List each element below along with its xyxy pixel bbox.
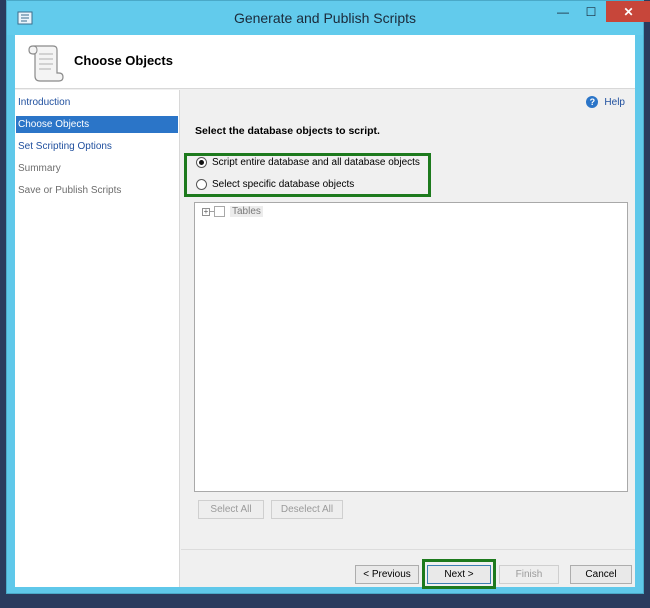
next-button[interactable]: Next > [427,565,491,584]
help-icon: ? [586,96,599,108]
radio-button-unchecked[interactable] [196,179,207,190]
finish-button[interactable]: Finish [499,565,559,584]
scroll-icon [28,45,64,82]
radio-button-checked[interactable] [196,157,207,168]
help-label: Help [604,96,625,108]
radio-select-specific-objects[interactable]: Select specific database objects [196,179,354,190]
radio-highlight-frame: Script entire database and all database … [184,153,431,197]
instruction-text: Select the database objects to script. [195,125,380,137]
tree-item-label: Tables [230,206,263,217]
nav-item-choose-objects[interactable]: Choose Objects [16,116,178,133]
tree-checkbox[interactable] [214,206,225,217]
window-title: Generate and Publish Scripts [233,10,417,26]
wizard-nav: Introduction Choose Objects Set Scriptin… [15,90,180,587]
maximize-button[interactable]: ☐ [578,2,604,22]
dialog-client: Choose Objects Introduction Choose Objec… [15,35,635,589]
footer-divider [181,549,635,550]
nav-item-summary: Summary [18,163,61,174]
object-tree[interactable]: + Tables [194,202,628,492]
title-bar[interactable]: Generate and Publish Scripts — ☐ ✕ [7,1,650,35]
tree-item-tables[interactable]: + Tables [202,206,263,217]
select-all-button[interactable]: Select All [198,500,264,519]
radio-label: Script entire database and all database … [212,157,420,168]
close-button[interactable]: ✕ [606,1,650,22]
nav-item-save-or-publish: Save or Publish Scripts [18,185,122,196]
radio-label: Select specific database objects [212,179,355,190]
radio-script-entire-database[interactable]: Script entire database and all database … [196,157,420,168]
dialog-window: Generate and Publish Scripts — ☐ ✕ Choos… [6,0,650,594]
deselect-all-button[interactable]: Deselect All [271,500,343,519]
wizard-header: Choose Objects [15,35,635,89]
previous-button[interactable]: < Previous [355,565,419,584]
page-title: Choose Objects [74,53,173,68]
minimize-button[interactable]: — [550,2,576,22]
help-link[interactable]: ? Help [586,96,625,108]
expand-icon[interactable]: + [202,207,210,216]
cancel-button[interactable]: Cancel [570,565,632,584]
main-panel: ? Help Select the database objects to sc… [181,90,635,587]
nav-item-set-scripting-options[interactable]: Set Scripting Options [16,138,178,155]
nav-item-introduction[interactable]: Introduction [16,94,178,111]
